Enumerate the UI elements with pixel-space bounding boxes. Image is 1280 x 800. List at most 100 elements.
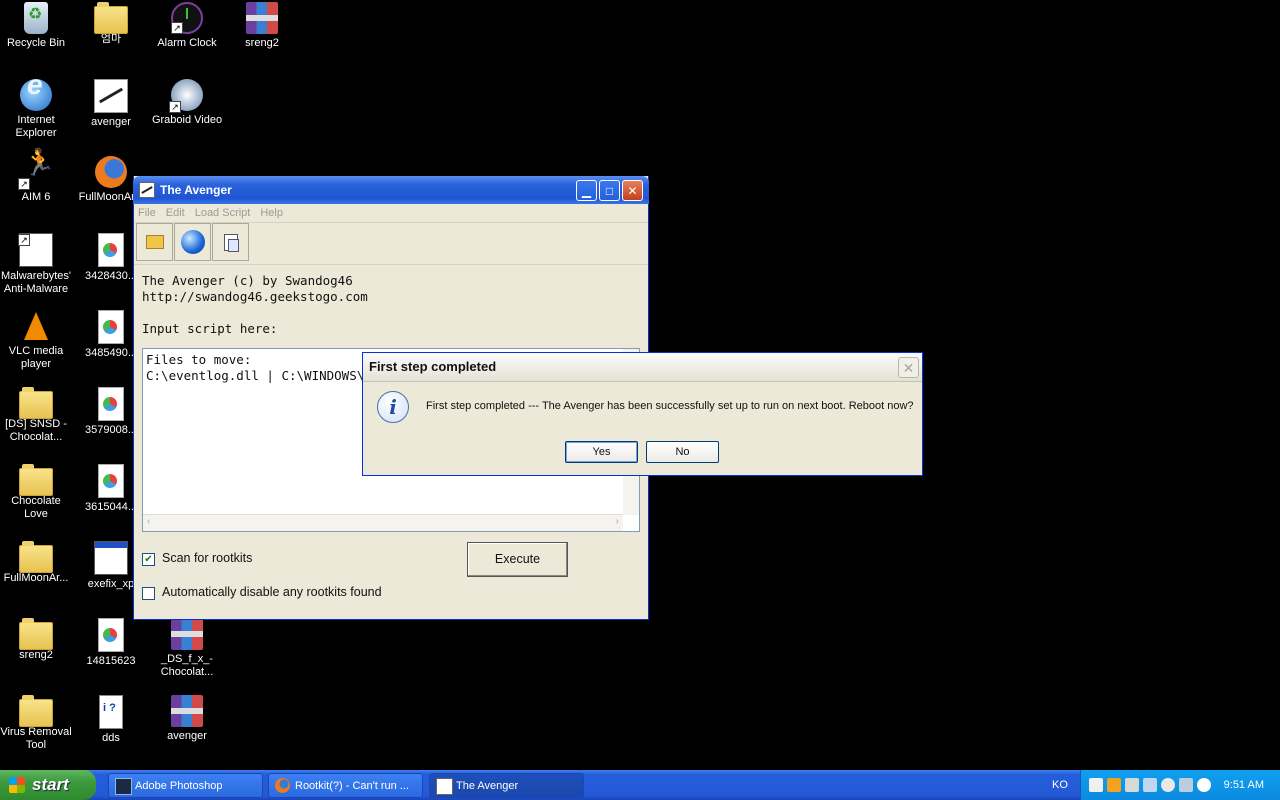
firefox-icon — [275, 778, 290, 793]
close-button[interactable]: ✕ — [622, 180, 643, 201]
task-label: Rootkit(?) - Can't run ... — [295, 780, 409, 792]
information-icon: i — [377, 391, 409, 423]
no-button[interactable]: No — [646, 441, 719, 463]
avenger-app-icon — [139, 182, 155, 198]
paste-button[interactable] — [212, 223, 249, 261]
menu-file[interactable]: File — [138, 207, 156, 219]
tray-security-icon[interactable] — [1161, 778, 1175, 792]
windows-logo-icon — [9, 777, 25, 793]
alarm-clock-icon — [171, 2, 203, 34]
window-title-bar[interactable]: The Avenger — [133, 176, 649, 204]
open-folder-icon — [145, 235, 164, 249]
clock[interactable]: 9:51 AM — [1224, 770, 1264, 800]
auto-disable-checkbox[interactable] — [142, 587, 155, 600]
desktop-icon-recycle-bin[interactable]: Recycle Bin — [0, 2, 74, 50]
auto-disable-label: Automatically disable any rootkits found — [162, 585, 382, 599]
desktop-icon-fullmoon-folder[interactable]: FullMoonAr... — [0, 541, 74, 585]
task-the-avenger[interactable]: The Avenger — [429, 773, 584, 798]
toolbar — [134, 223, 648, 265]
desktop-icon-ds-rar[interactable]: _DS_f_x_- Chocolat... — [149, 618, 225, 679]
image-document-icon — [98, 387, 124, 421]
desktop-icon-chocolate-love[interactable]: Chocolate Love — [0, 464, 74, 521]
rar-archive-icon — [246, 2, 278, 34]
desktop-icon-avenger-rar[interactable]: avenger — [149, 695, 225, 743]
open-script-button[interactable] — [136, 223, 173, 261]
window-title: The Avenger — [160, 183, 232, 197]
close-icon: ✕ — [902, 360, 915, 376]
image-document-icon — [98, 233, 124, 267]
website-line: http://swandog46.geekstogo.com — [142, 289, 368, 304]
language-indicator[interactable]: KO — [1052, 770, 1068, 800]
maximize-button[interactable]: □ — [599, 180, 620, 201]
menu-load-script[interactable]: Load Script — [195, 207, 251, 219]
folder-icon — [19, 541, 53, 573]
close-icon: ✕ — [627, 184, 638, 198]
desktop-icon-aim[interactable]: AIM 6 — [0, 156, 74, 204]
start-button[interactable]: start — [0, 770, 96, 800]
task-adobe-photoshop[interactable]: Adobe Photoshop — [108, 773, 263, 798]
image-document-icon — [98, 618, 124, 652]
vlc-icon — [20, 310, 52, 342]
globe-icon — [180, 230, 205, 254]
web-button[interactable] — [174, 223, 211, 261]
desktop-icon-graboid-video[interactable]: Graboid Video — [149, 79, 225, 127]
aim-icon — [18, 156, 55, 190]
folder-icon — [19, 464, 53, 496]
desktop-icon-avenger[interactable]: avenger — [73, 79, 149, 129]
start-label: start — [32, 775, 69, 794]
scroll-left-icon[interactable]: ‹ — [147, 516, 150, 527]
scroll-right-icon[interactable]: › — [616, 516, 619, 527]
desktop-icon-vlc[interactable]: VLC media player — [0, 310, 74, 371]
folder-icon — [19, 618, 53, 650]
graboid-video-icon — [169, 79, 203, 113]
folder-icon — [19, 695, 53, 727]
desktop-icon-malwarebytes[interactable]: Malwarebytes' Anti-Malware — [0, 233, 74, 296]
menu-bar: File Edit Load Script Help — [134, 204, 648, 223]
task-label: Adobe Photoshop — [135, 780, 223, 792]
maximize-icon: □ — [605, 184, 614, 198]
menu-edit[interactable]: Edit — [166, 207, 185, 219]
image-document-icon — [98, 464, 124, 498]
desktop-icon-sreng2-rar[interactable]: sreng2 — [224, 2, 300, 50]
taskbar: start Adobe Photoshop Rootkit(?) - Can't… — [0, 770, 1280, 800]
yes-button[interactable]: Yes — [565, 441, 638, 463]
first-step-dialog: First step completed ✕ i First step comp… — [362, 352, 923, 476]
desktop-icon-alarm-clock[interactable]: Alarm Clock — [149, 2, 225, 50]
tray-network-icon[interactable] — [1143, 778, 1157, 792]
dds-script-icon — [99, 695, 123, 729]
recycle-bin-icon — [24, 2, 48, 34]
malwarebytes-icon — [18, 233, 53, 267]
tray-usb-icon[interactable] — [1179, 778, 1193, 792]
input-label: Input script here: — [142, 321, 278, 336]
image-document-icon — [98, 310, 124, 344]
rar-archive-icon — [171, 695, 203, 727]
menu-help[interactable]: Help — [260, 207, 283, 219]
tray-app-icon[interactable] — [1125, 778, 1139, 792]
rar-archive-icon — [171, 618, 203, 650]
tray-keyboard-icon[interactable] — [1089, 778, 1103, 792]
desktop-icon-internet-explorer[interactable]: Internet Explorer — [0, 78, 74, 140]
task-firefox-rootkit[interactable]: Rootkit(?) - Can't run ... — [268, 773, 423, 798]
tray-ime-icon[interactable] — [1107, 778, 1121, 792]
desktop-icon-folder-mom[interactable]: 엄마 — [73, 2, 149, 46]
desktop-icon-ds-snsd-folder[interactable]: [DS] SNSD - Chocolat... — [0, 387, 74, 444]
photoshop-icon — [115, 778, 132, 795]
tray-wireless-icon[interactable] — [1197, 778, 1211, 792]
program-window-icon — [94, 541, 128, 575]
dialog-message: First step completed --- The Avenger has… — [426, 400, 914, 412]
desktop-icon-virus-removal-tool[interactable]: Virus Removal Tool — [0, 695, 74, 752]
credit-line: The Avenger (c) by Swandog46 — [142, 273, 353, 288]
desktop-icon-sreng2-folder[interactable]: sreng2 — [0, 618, 74, 662]
checkmark-icon: ✔ — [144, 554, 153, 565]
horizontal-scrollbar[interactable]: ‹ › — [143, 514, 623, 531]
system-tray: 9:51 AM — [1080, 770, 1280, 800]
dialog-close-button[interactable]: ✕ — [898, 357, 919, 378]
desktop-icon-dds[interactable]: dds — [73, 695, 149, 745]
minimize-button[interactable]: ▁ — [576, 180, 597, 201]
folder-icon — [19, 387, 53, 419]
desktop-icon-image-5[interactable]: 14815623 — [73, 618, 149, 668]
scan-rootkits-label: Scan for rootkits — [162, 551, 253, 565]
dialog-title[interactable]: First step completed — [363, 353, 922, 382]
scan-rootkits-checkbox[interactable]: ✔ — [142, 553, 155, 566]
execute-button[interactable]: Execute — [467, 542, 568, 577]
